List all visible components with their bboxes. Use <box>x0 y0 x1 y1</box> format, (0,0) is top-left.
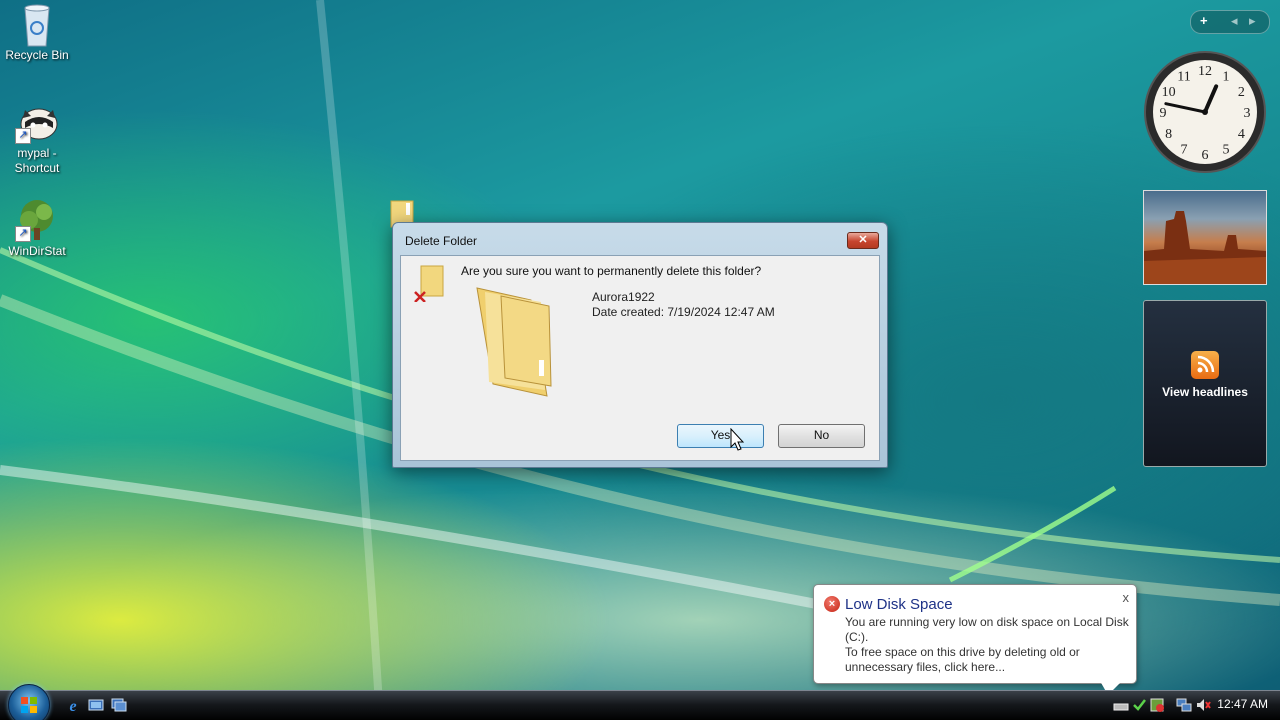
tray-volume-muted-icon[interactable] <box>1195 697 1211 713</box>
error-icon: × <box>824 596 840 612</box>
tray-network-drive-icon[interactable] <box>1113 697 1129 713</box>
mouse-cursor-icon <box>730 428 745 451</box>
dialog-question: Are you sure you want to permanently del… <box>461 264 762 278</box>
clock-numeral: 12 <box>1198 64 1212 79</box>
clock-numeral: 10 <box>1162 85 1176 100</box>
recycle-bin-icon <box>13 2 61 47</box>
show-desktop-icon[interactable] <box>88 697 104 713</box>
large-folder-icon <box>471 286 581 406</box>
desktop-icon-windirstat[interactable]: ↗ WinDirStat <box>0 198 77 259</box>
delete-folder-icon <box>411 262 451 303</box>
shortcut-arrow-icon: ↗ <box>15 128 31 144</box>
clock-pin <box>1202 109 1208 115</box>
add-gadget-button[interactable]: + <box>1200 13 1208 28</box>
desktop-icon-mypal-shortcut[interactable]: ↗ mypal - Shortcut <box>0 100 77 176</box>
desktop-icon-label: WinDirStat <box>8 244 66 258</box>
dialog-content: Are you sure you want to permanently del… <box>400 255 880 461</box>
clock-numeral: 7 <box>1181 142 1188 157</box>
clock-numeral: 8 <box>1165 127 1172 142</box>
rss-icon <box>1191 351 1219 379</box>
svg-text:e: e <box>69 698 76 713</box>
tray-security-icon[interactable] <box>1131 697 1147 713</box>
notification-line1: You are running very low on disk space o… <box>845 615 1129 629</box>
next-gadget-button[interactable]: ▸ <box>1249 13 1256 29</box>
prev-gadget-button[interactable]: ◂ <box>1231 13 1238 29</box>
notification-line3: To free space on this drive by deleting … <box>845 645 1080 659</box>
desktop-icon-label: Recycle Bin <box>5 48 69 62</box>
monument-valley-photo <box>1144 211 1266 284</box>
shortcut-arrow-icon: ↗ <box>15 226 31 242</box>
clock-numeral: 1 <box>1223 70 1230 85</box>
clock-numeral: 6 <box>1202 148 1209 163</box>
notification-title: Low Disk Space <box>845 596 953 613</box>
desktop-icon-label-line2: Shortcut <box>14 161 60 175</box>
delete-folder-dialog: Delete Folder ✕ Are you sure you want to… <box>392 222 888 468</box>
start-button[interactable] <box>8 684 50 720</box>
raccoon-icon: ↗ <box>13 100 61 144</box>
clock-numeral: 3 <box>1244 106 1251 121</box>
no-button[interactable]: No <box>778 424 865 448</box>
dialog-close-button[interactable]: ✕ <box>847 232 879 249</box>
notification-line4[interactable]: unnecessary files, click here... <box>845 660 1005 674</box>
clock-numeral: 2 <box>1238 85 1245 100</box>
notification-close-button[interactable]: x <box>1123 590 1130 605</box>
notification-line2: (C:). <box>845 630 869 644</box>
internet-explorer-icon[interactable]: e <box>65 697 81 713</box>
tree-icon: ↗ <box>13 198 61 242</box>
windows-logo-icon <box>21 697 37 713</box>
switch-windows-icon[interactable] <box>111 697 127 713</box>
taskbar-clock[interactable]: 12:47 AM <box>1217 697 1268 711</box>
dialog-title: Delete Folder <box>405 234 478 248</box>
taskbar <box>0 690 1280 720</box>
tray-disk-warning-icon[interactable] <box>1149 697 1165 713</box>
sidebar-controls: + ◂ ▸ <box>1190 10 1270 34</box>
tray-network-icon[interactable] <box>1176 697 1192 713</box>
desktop-icon-recycle-bin[interactable]: Recycle Bin <box>0 2 77 63</box>
clock-numeral: 11 <box>1177 70 1190 85</box>
desktop-icon-label-line1: mypal - <box>17 146 57 160</box>
clock-numeral: 9 <box>1160 106 1167 121</box>
folder-date-created: Date created: 7/19/2024 12:47 AM <box>592 305 775 319</box>
low-disk-space-notification[interactable]: × Low Disk Space x You are running very … <box>813 584 1137 684</box>
clock-gadget[interactable]: 12 12 3 45678 9 1011 <box>1143 50 1267 174</box>
clock-numeral: 5 <box>1223 142 1230 157</box>
feed-headlines-gadget[interactable]: View headlines <box>1143 300 1267 467</box>
yes-button[interactable]: Yes <box>677 424 764 448</box>
clock-numeral: 4 <box>1238 127 1245 142</box>
slideshow-gadget[interactable] <box>1143 190 1267 285</box>
folder-name: Aurora1922 <box>592 290 655 304</box>
view-headlines-label: View headlines <box>1162 385 1248 399</box>
